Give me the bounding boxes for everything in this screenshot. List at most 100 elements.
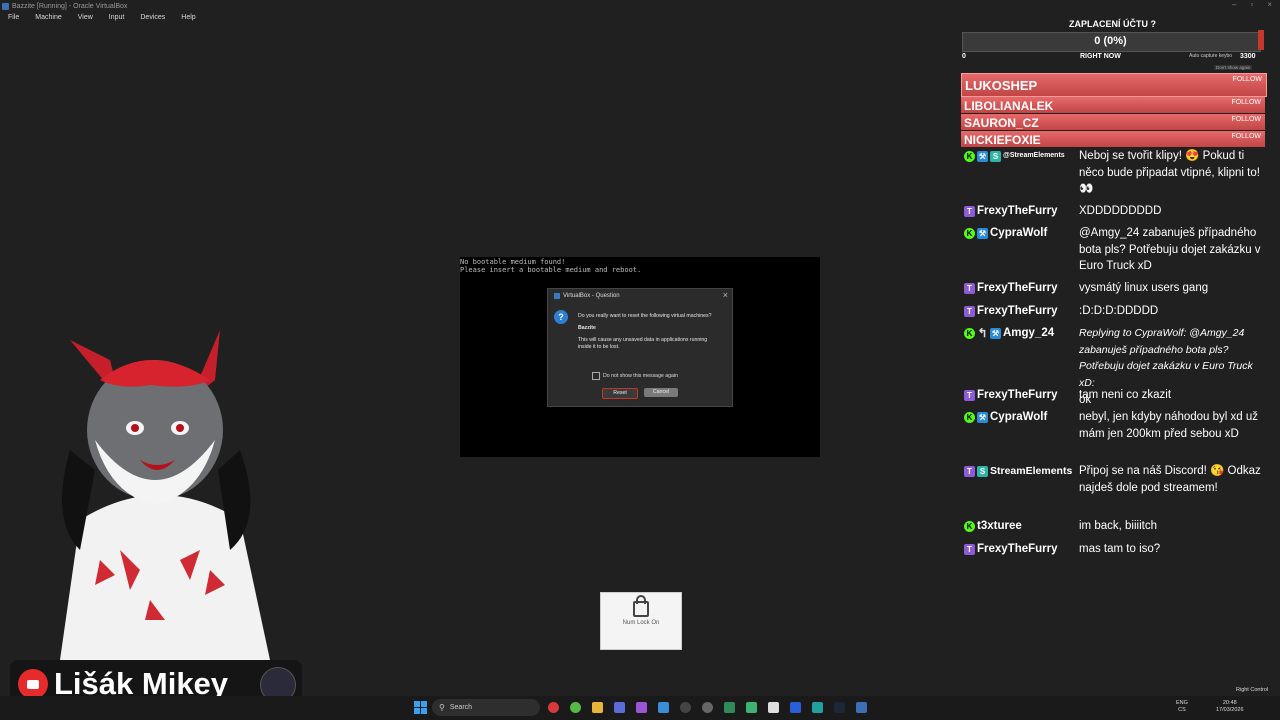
xbox-icon[interactable] bbox=[570, 702, 581, 713]
chat-username: FrexyTheFurry bbox=[977, 305, 1058, 317]
host-key-label: Right Control bbox=[1236, 687, 1269, 693]
follower-bar: LIBOLIANALEK FOLLOW bbox=[961, 97, 1265, 113]
menu-machine[interactable]: Machine bbox=[27, 14, 69, 26]
cancel-button[interactable]: Cancel bbox=[644, 388, 678, 397]
search-placeholder: Search bbox=[449, 704, 473, 711]
numlock-toast: Num Lock On bbox=[600, 592, 682, 650]
follower-bar: NICKIEFOXIE FOLLOW bbox=[961, 131, 1265, 147]
chat-username: FrexyTheFurry bbox=[977, 282, 1058, 294]
follower-name: LIBOLIANALEK bbox=[964, 99, 1054, 113]
menu-devices[interactable]: Devices bbox=[132, 14, 173, 26]
goal-mid-label: RIGHT NOW bbox=[1080, 53, 1121, 60]
app-icon[interactable] bbox=[812, 702, 823, 713]
app-icon[interactable] bbox=[724, 702, 735, 713]
clock-time: 20:48 bbox=[1222, 700, 1237, 706]
dialog-title: VirtualBox - Question bbox=[563, 293, 620, 299]
chat-badges: T bbox=[964, 280, 977, 296]
follower-action: FOLLOW bbox=[1231, 133, 1261, 140]
follower-action: FOLLOW bbox=[1232, 76, 1262, 83]
vscode-icon[interactable] bbox=[658, 702, 669, 713]
menu-help[interactable]: Help bbox=[173, 14, 203, 26]
follower-name: LUKOSHEP bbox=[965, 78, 1038, 93]
chat-badges: T bbox=[964, 387, 977, 403]
dont-show-checkbox[interactable]: Do not show this message again bbox=[592, 372, 678, 380]
auto-capture-label: Auto capture keybo bbox=[1189, 53, 1233, 59]
chat-username: StreamElements bbox=[990, 465, 1073, 477]
chat-username: Amgy_24 bbox=[1003, 327, 1055, 339]
opera-icon[interactable] bbox=[548, 702, 559, 713]
menu-file[interactable]: File bbox=[0, 14, 27, 26]
chat-badges: K ↰ ⚒ bbox=[964, 325, 1003, 341]
numlock-text: Num Lock On bbox=[622, 620, 660, 626]
chat-message: K ⚒ CypraWolf @Amgy_24 zabanuješ případné… bbox=[960, 225, 1275, 272]
goal-value: 0 (0%) bbox=[1094, 35, 1127, 47]
kick-icon: K bbox=[964, 411, 975, 423]
chat-text: :D:D:D:DDDDD bbox=[1079, 305, 1159, 317]
twitch-icon: T bbox=[964, 389, 975, 401]
clock[interactable]: 20:48 17/03/2026 bbox=[1216, 700, 1244, 714]
chat-badges: T bbox=[964, 541, 977, 557]
windows-start-icon[interactable] bbox=[414, 701, 427, 714]
youtube-icon bbox=[18, 669, 48, 699]
follower-name: SAURON_CZ bbox=[964, 116, 1039, 130]
reset-button[interactable]: Reset bbox=[602, 388, 638, 399]
vtuber-avatar bbox=[60, 330, 270, 660]
chat-text: Připoj se na náš Discord! 😘 Odkaz najdeš… bbox=[1079, 465, 1261, 494]
virtualbox-icon bbox=[554, 293, 560, 299]
chat-badges: K ⚒ bbox=[964, 409, 990, 425]
window-titlebar: Bazzite [Running] - Oracle VirtualBox bbox=[0, 0, 1280, 12]
chat-text: nebyl, jen kdyby náhodou byl xd už mám j… bbox=[1079, 411, 1259, 440]
virtualbox-icon bbox=[2, 2, 9, 10]
dont-show-again-button[interactable]: Don't show again bbox=[1214, 65, 1253, 70]
store-icon[interactable] bbox=[614, 702, 625, 713]
settings-gear-icon[interactable] bbox=[702, 702, 713, 713]
chat-text: @Amgy_24 zabanuješ případného bota pls? … bbox=[1079, 227, 1261, 273]
dialog-close-icon[interactable]: × bbox=[723, 290, 728, 300]
taskbar-search[interactable]: ⚲ Search bbox=[432, 699, 540, 716]
menubar: File Machine View Input Devices Help bbox=[0, 14, 204, 26]
chat-text: Neboj se tvořit klipy! 😍 Pokud ti něco b… bbox=[1079, 150, 1260, 196]
dialog-warning: This will cause any unsaved data in appl… bbox=[578, 337, 708, 350]
mod-badge-icon: ⚒ bbox=[977, 227, 988, 239]
notion-icon[interactable] bbox=[768, 702, 779, 713]
chat-message: K ⚒ S @StreamElements Neboj se tvořit klip… bbox=[960, 148, 1275, 195]
chat-username: FrexyTheFurry bbox=[977, 205, 1058, 217]
chat-reply-context: Replying to CypraWolf: @Amgy_24 zabanuje… bbox=[1079, 327, 1253, 390]
app-icon[interactable] bbox=[790, 702, 801, 713]
language-indicator[interactable]: ENG CS bbox=[1176, 700, 1188, 714]
obs-icon[interactable] bbox=[680, 702, 691, 713]
follower-action: FOLLOW bbox=[1231, 99, 1261, 106]
steam-icon[interactable] bbox=[834, 702, 845, 713]
menu-input[interactable]: Input bbox=[101, 14, 133, 26]
virtualbox-icon[interactable] bbox=[856, 702, 867, 713]
chat-username: CypraWolf bbox=[990, 227, 1048, 239]
file-explorer-icon[interactable] bbox=[592, 702, 603, 713]
checkbox-label: Do not show this message again bbox=[603, 373, 678, 379]
close-icon[interactable]: × bbox=[1267, 0, 1272, 9]
lock-icon bbox=[633, 595, 649, 617]
chat-badges: K ⚒ bbox=[964, 225, 990, 241]
kick-icon: K bbox=[964, 520, 975, 532]
menu-view[interactable]: View bbox=[70, 14, 101, 26]
reply-icon: ↰ bbox=[977, 325, 988, 340]
chat-message: K ⚒ CypraWolf nebyl, jen kdyby náhodou by… bbox=[960, 409, 1275, 440]
mod-badge-icon: ⚒ bbox=[990, 327, 1001, 339]
chat-message: K ↰ ⚒ Amgy_24 Replying to CypraWolf: @Amgy… bbox=[960, 325, 1275, 406]
chat-message: K t3xturee im back, biiiitch bbox=[960, 518, 1275, 535]
clock-date: 17/03/2026 bbox=[1216, 707, 1244, 713]
reset-dialog: VirtualBox - Question × ? Do you really … bbox=[547, 288, 733, 407]
chat-badges: TS bbox=[964, 463, 990, 479]
checkbox-icon[interactable] bbox=[592, 372, 600, 380]
app-icon[interactable] bbox=[746, 702, 757, 713]
app-icon[interactable] bbox=[636, 702, 647, 713]
goal-min: 0 bbox=[962, 53, 966, 60]
dialog-vm-name: Bazzite bbox=[578, 325, 596, 331]
maximize-icon[interactable]: ▫ bbox=[1250, 0, 1253, 9]
minimize-icon[interactable]: – bbox=[1232, 0, 1236, 9]
chat-message: T FrexyTheFurry XDDDDDDDDD bbox=[960, 203, 1275, 220]
window-controls: – ▫ × bbox=[1232, 0, 1272, 9]
goal-title: ZAPLACENÍ ÚČTU ? bbox=[1069, 19, 1156, 29]
mod-badge-icon: ⚒ bbox=[977, 150, 988, 162]
twitch-icon: T bbox=[964, 205, 975, 217]
chat-text: im back, biiiitch bbox=[1079, 520, 1157, 532]
